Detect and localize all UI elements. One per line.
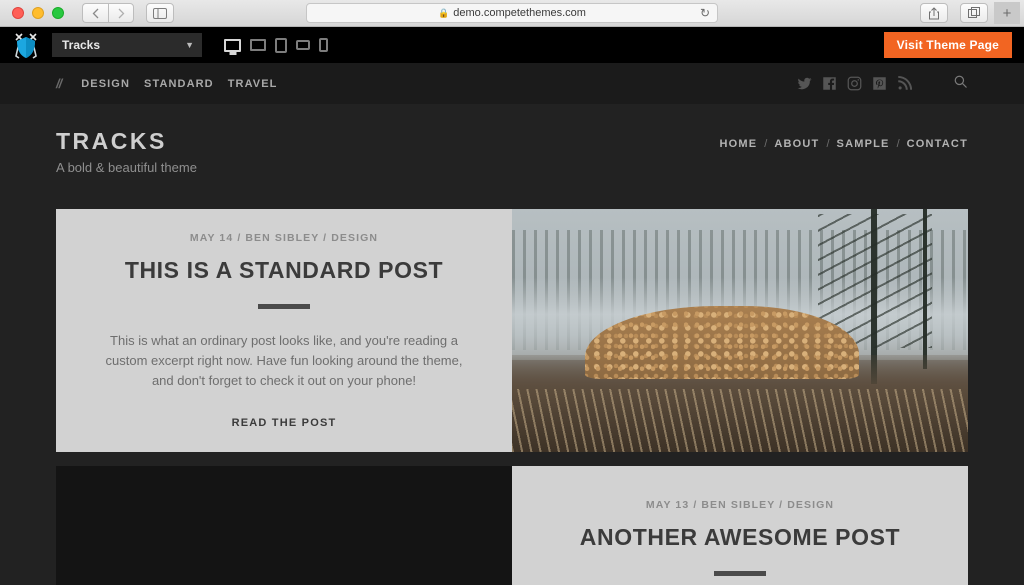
shield-logo-icon — [15, 33, 37, 59]
post-title[interactable]: THIS IS A STANDARD POST — [125, 257, 443, 283]
pinterest-icon[interactable] — [872, 76, 887, 91]
twitter-icon[interactable] — [797, 76, 812, 91]
new-tab-button[interactable]: + — [994, 2, 1020, 24]
grass-decoration — [512, 388, 968, 452]
address-bar[interactable]: 🔒 demo.competethemes.com ↻ — [306, 3, 718, 23]
post-card[interactable]: MAY 14 / BEN SIBLEY / DESIGN THIS IS A S… — [56, 209, 968, 452]
site-topbar: // DESIGN STANDARD TRAVEL — [0, 63, 1024, 104]
chevron-down-icon: ▼ — [185, 40, 194, 50]
lock-icon: 🔒 — [438, 7, 450, 18]
navigation-buttons[interactable] — [82, 3, 134, 23]
compete-themes-shield-logo[interactable] — [6, 29, 46, 61]
theme-selector-dropdown[interactable]: Tracks ▼ — [52, 33, 202, 57]
category-link-design[interactable]: DESIGN — [81, 78, 130, 90]
post-meta: MAY 13 / BEN SIBLEY / DESIGN — [645, 499, 835, 512]
facebook-icon[interactable] — [822, 76, 837, 91]
forward-button[interactable] — [108, 3, 134, 23]
share-button[interactable] — [920, 3, 948, 23]
reload-button[interactable]: ↻ — [700, 6, 710, 20]
category-link-travel[interactable]: TRAVEL — [228, 78, 278, 90]
window-controls[interactable] — [8, 7, 64, 19]
device-laptop-button[interactable] — [250, 39, 266, 51]
post-content: MAY 14 / BEN SIBLEY / DESIGN THIS IS A S… — [56, 209, 512, 452]
forward-arrow-icon — [118, 8, 124, 18]
category-link-standard[interactable]: STANDARD — [144, 78, 214, 90]
nav-link-sample[interactable]: SAMPLE — [837, 138, 890, 150]
visit-theme-page-button[interactable]: Visit Theme Page — [883, 32, 1012, 58]
theme-preview-toolbar: Tracks ▼ Visit Theme Page — [0, 27, 1024, 63]
nav-separator: / — [896, 138, 900, 150]
nav-separator: / — [826, 138, 830, 150]
sidebar-toggle-button[interactable] — [146, 3, 174, 23]
post-excerpt: This is what an ordinary post looks like… — [105, 332, 463, 388]
social-links[interactable] — [797, 76, 912, 91]
back-arrow-icon — [92, 8, 99, 18]
title-divider — [258, 303, 310, 309]
device-preview-switcher[interactable] — [224, 37, 328, 53]
post-featured-image[interactable] — [512, 209, 968, 452]
back-button[interactable] — [82, 3, 108, 23]
site-header: TRACKS A bold & beautiful theme HOME / A… — [0, 104, 1024, 209]
search-icon — [954, 75, 967, 88]
post-content: MAY 13 / BEN SIBLEY / DESIGN ANOTHER AWE… — [512, 466, 968, 585]
title-divider — [714, 570, 766, 576]
site-branding: TRACKS A bold & beautiful theme — [56, 130, 197, 176]
post-card[interactable]: MAY 13 / BEN SIBLEY / DESIGN ANOTHER AWE… — [56, 466, 968, 585]
device-tablet-landscape-button[interactable] — [296, 40, 310, 50]
sidebar-icon — [153, 7, 167, 19]
share-icon — [929, 6, 939, 19]
post-title[interactable]: ANOTHER AWESOME POST — [580, 524, 900, 550]
close-window-button[interactable] — [12, 7, 24, 19]
browser-chrome: 🔒 demo.competethemes.com ↻ + — [0, 0, 1024, 27]
device-desktop-button[interactable] — [224, 38, 241, 52]
nav-link-home[interactable]: HOME — [719, 138, 757, 150]
instagram-icon[interactable] — [847, 76, 862, 91]
tabs-overview-button[interactable] — [960, 3, 988, 23]
topbar-marker: // — [56, 76, 62, 91]
main-navigation[interactable]: HOME / ABOUT / SAMPLE / CONTACT — [719, 130, 968, 150]
search-button[interactable] — [953, 74, 968, 94]
url-text: demo.competethemes.com — [453, 7, 586, 19]
tabs-overview-icon — [967, 7, 980, 18]
selected-theme-label: Tracks — [62, 38, 101, 52]
post-list: MAY 14 / BEN SIBLEY / DESIGN THIS IS A S… — [0, 209, 1024, 585]
read-more-link[interactable]: READ THE POST — [232, 417, 337, 429]
chrome-right-controls: + — [908, 2, 1020, 24]
nav-link-contact[interactable]: CONTACT — [907, 138, 968, 150]
post-featured-image[interactable] — [56, 466, 512, 585]
site-tagline: A bold & beautiful theme — [56, 160, 197, 175]
category-menu[interactable]: DESIGN STANDARD TRAVEL — [81, 78, 277, 90]
nav-separator: / — [764, 138, 768, 150]
maximize-window-button[interactable] — [52, 7, 64, 19]
nav-link-about[interactable]: ABOUT — [774, 138, 819, 150]
device-tablet-portrait-button[interactable] — [275, 37, 287, 53]
minimize-window-button[interactable] — [32, 7, 44, 19]
site-title[interactable]: TRACKS — [56, 130, 197, 153]
rss-icon[interactable] — [897, 76, 912, 91]
post-meta: MAY 14 / BEN SIBLEY / DESIGN — [189, 232, 379, 245]
device-phone-button[interactable] — [319, 38, 328, 52]
site-preview-frame: // DESIGN STANDARD TRAVEL TRACKS A bold … — [0, 63, 1024, 585]
